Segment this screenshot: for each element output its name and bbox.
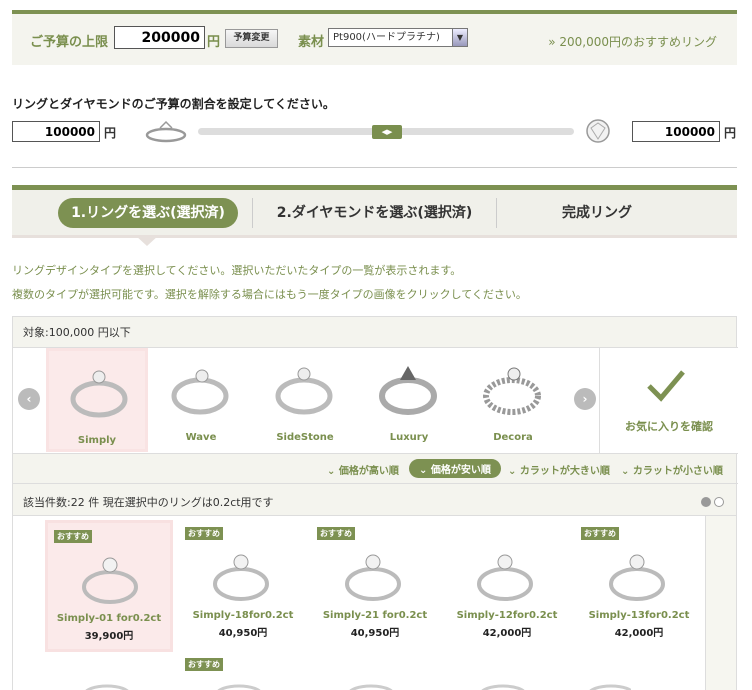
product-price: 42,000円 <box>482 628 532 639</box>
target-label: 対象:100,000 円以下 <box>23 326 131 339</box>
type-luxury[interactable]: Luxury <box>358 348 460 452</box>
type-name: Decora <box>493 432 533 443</box>
material-label: 素材 <box>298 35 325 50</box>
type-name: Luxury <box>389 432 429 443</box>
sort-carat-small[interactable]: ⌄ カラットが小さい順 <box>621 462 723 477</box>
divider <box>12 167 737 168</box>
product-card[interactable]: おすすめ Simply-01 for0.2ct 39,900円 <box>45 520 173 652</box>
sort-carat-large[interactable]: ⌄ カラットが大きい順 <box>508 462 610 477</box>
recommend-badge: おすすめ <box>185 658 223 671</box>
tab-complete-ring[interactable]: 完成リング <box>497 198 697 228</box>
check-icon <box>647 370 685 402</box>
sort-bar: ⌄ 価格が高い順 ⌄ 価格が安い順 ⌄ カラットが大きい順 ⌄ カラットが小さい… <box>13 454 738 484</box>
chevron-down-icon: ▼ <box>452 29 467 46</box>
carousel-next-button[interactable]: › <box>574 388 596 410</box>
ring-icon <box>379 366 437 415</box>
step-pointer <box>135 235 159 246</box>
product-name: Simply-12for0.2ct <box>456 610 558 621</box>
material-select[interactable]: Pt900(ハードプラチナ) ▼ <box>328 28 468 47</box>
diamond-yen: 円 <box>724 126 737 140</box>
intro-line-1: リングデザインタイプを選択してください。選択いただいたタイプの一覧が表示されます… <box>12 264 462 277</box>
ring-icon <box>477 554 533 601</box>
budget-label: ご予算の上限 <box>30 35 109 50</box>
diamond-amount-input[interactable] <box>632 121 720 142</box>
type-name: Wave <box>185 432 217 443</box>
tab-select-diamond[interactable]: 2.ダイヤモンドを選ぶ(選択済) <box>252 198 497 228</box>
ring-icon <box>275 367 333 415</box>
ring-icon <box>213 554 269 601</box>
page-dot[interactable] <box>714 497 724 507</box>
result-count: 該当件数:22 件 現在選択中のリングは0.2ct用です <box>23 496 274 509</box>
type-carousel: ‹ Simply Wave SideStone Luxury Decora › … <box>13 347 738 454</box>
type-wave[interactable]: Wave <box>150 348 252 452</box>
material-value: Pt900(ハードプラチナ) <box>333 32 440 43</box>
budget-yen: 円 <box>207 35 221 50</box>
product-name: Simply-21 for0.2ct <box>322 610 428 621</box>
product-card[interactable]: おすすめ Simply-21 for0.2ct 40,950円 <box>311 520 439 652</box>
product-card[interactable]: Simply-12for0.2ct 42,000円 <box>443 520 571 652</box>
recommend-badge: おすすめ <box>581 527 619 540</box>
recommend-badge: おすすめ <box>317 527 355 540</box>
ring-icon <box>171 369 229 415</box>
type-name: Simply <box>77 435 117 446</box>
ratio-slider-handle[interactable]: ◀▶ <box>372 125 402 139</box>
type-simply[interactable]: Simply <box>46 348 148 452</box>
product-scrollbar[interactable] <box>705 516 737 690</box>
tab-select-ring[interactable]: 1.リングを選ぶ(選択済) <box>58 198 238 228</box>
ring-icon <box>483 367 541 415</box>
ring-yen: 円 <box>104 126 117 140</box>
type-name: SideStone <box>276 432 334 443</box>
product-card[interactable]: おすすめ Simply-13for0.2ct 42,000円 <box>575 520 703 652</box>
type-decora[interactable]: Decora <box>462 348 564 452</box>
product-name: Simply-13for0.2ct <box>588 610 690 621</box>
ring-icon <box>145 120 187 143</box>
product-price: 40,950円 <box>218 628 268 639</box>
count-bar: 該当件数:22 件 現在選択中のリングは0.2ct用です <box>13 484 738 517</box>
product-row-partial <box>85 684 631 690</box>
ring-icon <box>82 557 138 604</box>
ring-amount-input[interactable] <box>12 121 100 142</box>
budget-bar: ご予算の上限 円 予算変更 素材 Pt900(ハードプラチナ) ▼ » 200,… <box>12 10 737 65</box>
step-tabs: 1.リングを選ぶ(選択済) 2.ダイヤモンドを選ぶ(選択済) 完成リング <box>12 185 737 238</box>
carousel-prev-button[interactable]: ‹ <box>18 388 40 410</box>
product-card[interactable]: おすすめ Simply-18for0.2ct 40,950円 <box>179 520 307 652</box>
diamond-icon <box>586 119 610 143</box>
product-grid: おすすめ Simply-01 for0.2ct 39,900円 おすすめ Sim… <box>12 516 737 690</box>
product-price: 42,000円 <box>614 628 664 639</box>
ring-icon <box>345 554 401 601</box>
type-sidestone[interactable]: SideStone <box>254 348 356 452</box>
page-dot-active[interactable] <box>701 497 711 507</box>
product-name: Simply-18for0.2ct <box>192 610 294 621</box>
ratio-title: リングとダイヤモンドのご予算の割合を設定してください。 <box>12 97 335 111</box>
type-panel: 対象:100,000 円以下 ‹ Simply Wave SideStone L… <box>12 316 738 517</box>
sort-price-high[interactable]: ⌄ 価格が高い順 <box>327 462 399 477</box>
recommend-badge: おすすめ <box>54 530 92 543</box>
product-price: 39,900円 <box>84 631 134 642</box>
intro-line-2: 複数のタイプが選択可能です。選択を解除する場合にはもう一度タイプの画像をクリック… <box>12 288 527 301</box>
budget-input[interactable] <box>114 26 205 49</box>
product-price: 40,950円 <box>350 628 400 639</box>
ring-icon <box>609 554 665 601</box>
sort-price-low[interactable]: ⌄ 価格が安い順 <box>409 459 501 478</box>
favorite-box[interactable]: お気に入りを確認 <box>599 348 738 453</box>
ring-icon <box>70 370 128 418</box>
favorite-label: お気に入りを確認 <box>625 420 713 433</box>
recommend-badge: おすすめ <box>185 527 223 540</box>
budget-change-button[interactable]: 予算変更 <box>225 29 278 48</box>
recommend-link[interactable]: » 200,000円のおすすめリング <box>548 33 717 50</box>
product-name: Simply-01 for0.2ct <box>56 613 162 624</box>
